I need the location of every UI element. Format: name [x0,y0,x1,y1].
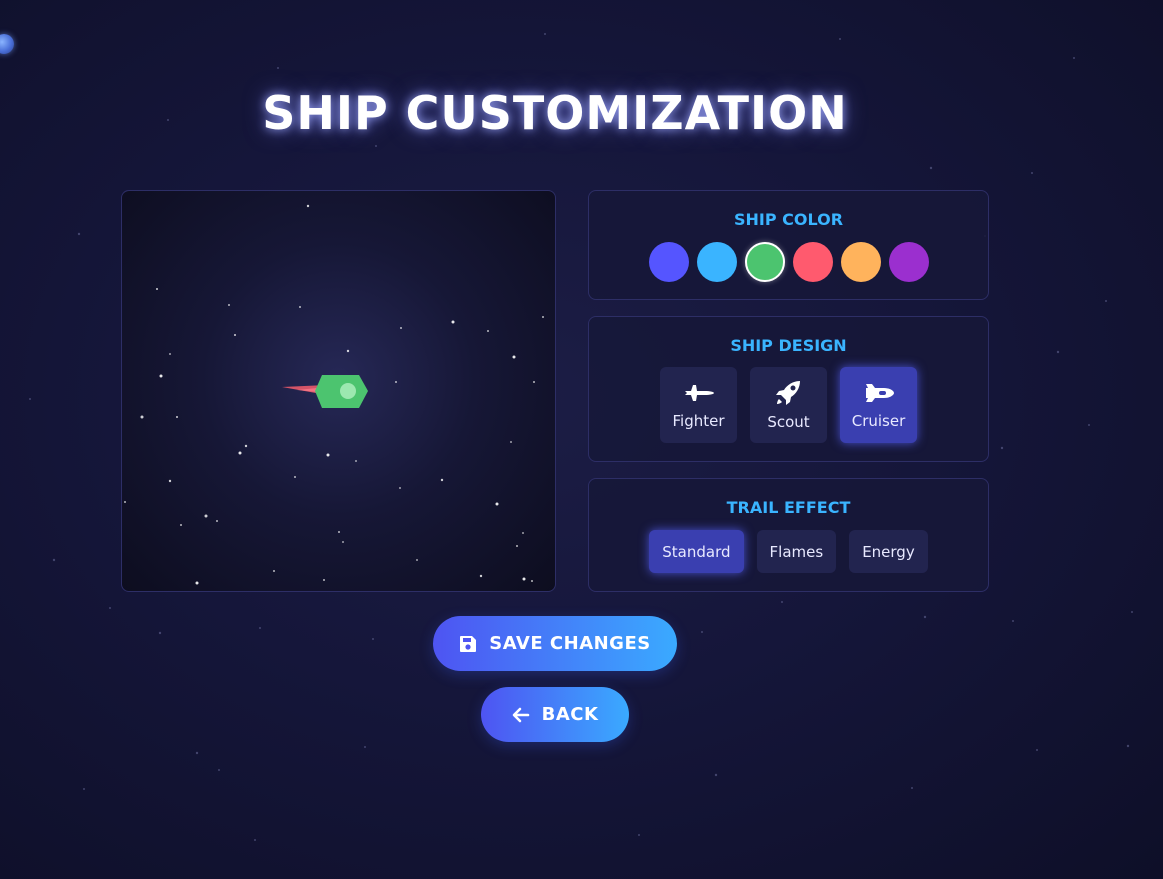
color-swatches [589,242,988,282]
trail-option-energy[interactable]: Energy [849,530,928,573]
save-changes-label: SAVE CHANGES [489,633,651,654]
design-option-cruiser[interactable]: Cruiser [840,367,917,443]
ship-design-panel: SHIP DESIGN Fighter Scout Cruiser [588,316,989,462]
fighter-jet-icon [684,384,714,401]
preview-starfield [124,204,544,585]
ship-design-title: SHIP DESIGN [730,336,847,355]
ship-color-panel: SHIP COLOR [588,190,989,300]
trail-option-flames[interactable]: Flames [756,530,837,573]
design-option-cruiser-label: Cruiser [851,411,906,430]
space-shuttle-icon [865,383,894,402]
preview-ship [282,375,368,408]
color-swatch-orange[interactable] [840,242,881,282]
design-option-fighter[interactable]: Fighter [660,367,737,443]
color-swatch-green[interactable] [744,242,785,282]
trail-effect-title: TRAIL EFFECT [726,498,851,517]
trail-effect-panel: TRAIL EFFECT Standard Flames Energy [588,478,989,592]
ship-color-title: SHIP COLOR [733,210,844,229]
design-option-fighter-label: Fighter [672,411,725,430]
ship-design-options: Fighter Scout Cruiser [589,367,988,443]
rocket-icon [775,380,800,405]
trail-effect-options: Standard Flames Energy [589,530,988,573]
color-swatch-blue-violet[interactable] [648,242,689,282]
page-title: SHIP CUSTOMIZATION [262,86,848,140]
design-option-scout[interactable]: Scout [750,367,827,443]
ship-preview [121,190,556,592]
save-changes-button[interactable]: SAVE CHANGES [433,616,677,671]
trail-option-standard[interactable]: Standard [649,530,744,573]
floppy-disk-icon [460,635,477,652]
color-swatch-purple[interactable] [888,242,929,282]
back-label: BACK [541,704,599,725]
color-swatch-sky-blue[interactable] [696,242,737,282]
color-swatch-red[interactable] [792,242,833,282]
arrow-left-icon [512,707,529,722]
back-button[interactable]: BACK [481,687,629,742]
design-option-scout-label: Scout [767,412,810,431]
ship-cockpit [340,383,356,399]
